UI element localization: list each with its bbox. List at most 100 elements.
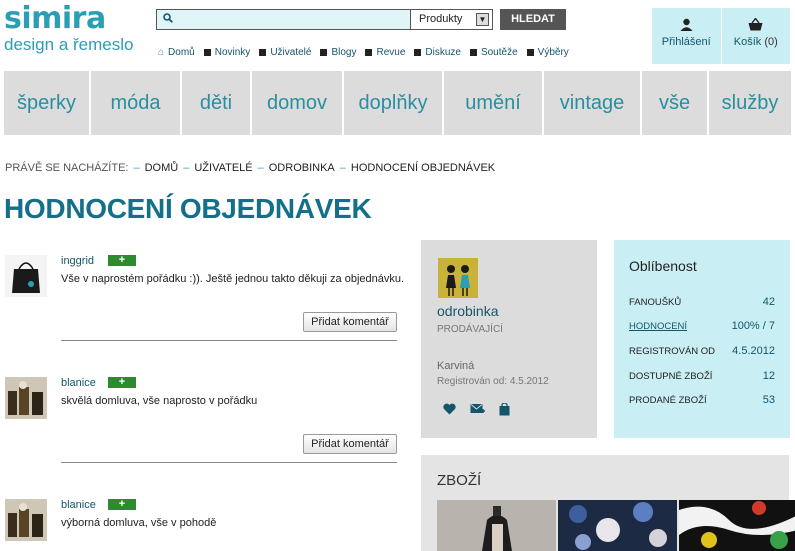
stat-label: FANOUŠKŮ	[629, 297, 682, 308]
stat-label: PRODANÉ ZBOŽÍ	[629, 395, 707, 406]
nav-item-uzivatele[interactable]: Uživatelé	[259, 47, 311, 58]
stat-value: 100% / 7	[731, 320, 775, 332]
category-item[interactable]: doplňky	[344, 71, 444, 135]
add-comment-button[interactable]: Přidat komentář	[303, 434, 397, 454]
bullet-icon	[259, 49, 267, 56]
nav-item-diskuze[interactable]: Diskuze	[414, 47, 461, 58]
divider	[61, 340, 397, 341]
breadcrumb-link[interactable]: ODROBINKA	[269, 162, 335, 174]
breadcrumb-link[interactable]: DOMŮ	[145, 162, 179, 174]
avatar[interactable]	[5, 377, 47, 419]
seller-avatar[interactable]	[438, 258, 478, 298]
add-comment-button[interactable]: Přidat komentář	[303, 312, 397, 332]
breadcrumb-separator: –	[339, 162, 346, 174]
search-icon	[163, 13, 173, 23]
message-icon[interactable]	[470, 403, 485, 415]
nav-link[interactable]: Blogy	[331, 47, 356, 58]
nav-link[interactable]: Novinky	[215, 47, 251, 58]
site-logo[interactable]: simira design a řemeslo	[4, 4, 133, 54]
review-text: Vše v naprostém pořádku :)). Ještě jedno…	[61, 273, 405, 285]
search-button[interactable]: HLEDAT	[500, 9, 566, 30]
search-input[interactable]	[179, 11, 407, 28]
review-author[interactable]: blanice	[61, 377, 96, 389]
nav-item-vybery[interactable]: Výběry	[526, 47, 569, 58]
category-item[interactable]: móda	[91, 71, 182, 135]
top-navigation: ⌂ Domů Novinky Uživatelé Blogy Revue Disk…	[158, 47, 569, 58]
nav-item-souteze[interactable]: Soutěže	[469, 47, 518, 58]
nav-link[interactable]: Revue	[376, 47, 405, 58]
bullet-icon	[414, 49, 422, 56]
breadcrumb-link[interactable]: UŽIVATELÉ	[194, 162, 252, 174]
category-item[interactable]: služby	[709, 71, 791, 135]
stat-label-link[interactable]: HODNOCENÍ	[629, 321, 687, 332]
goods-heading: ZBOŽÍ	[437, 472, 482, 489]
positive-badge: +	[108, 499, 136, 510]
seller-city: Karviná	[437, 360, 475, 372]
positive-badge: +	[108, 377, 136, 388]
stat-row: FANOUŠKŮ 42	[629, 296, 775, 308]
popularity-heading: Oblíbenost	[629, 258, 697, 274]
category-item[interactable]: šperky	[4, 71, 91, 135]
cart-count: (0)	[764, 36, 778, 48]
breadcrumb-separator: –	[257, 162, 264, 174]
category-item[interactable]: vintage	[544, 71, 642, 135]
review-text: skvělá domluva, vše naprosto v pořádku	[61, 395, 258, 407]
category-item[interactable]: vše	[642, 71, 709, 135]
bullet-icon	[320, 49, 328, 56]
product-thumbnail[interactable]	[679, 500, 795, 551]
user-icon	[680, 18, 693, 31]
stat-value: 53	[762, 394, 775, 406]
cart-label[interactable]: Košík	[734, 36, 762, 48]
seller-name[interactable]: odrobinka	[437, 303, 499, 319]
review-text: výborná domluva, vše v pohodě	[61, 517, 217, 529]
avatar[interactable]	[5, 255, 47, 297]
nav-item-novinky[interactable]: Novinky	[203, 47, 251, 58]
seller-actions	[443, 403, 510, 416]
review-item: blanice + výborná domluva, vše v pohodě	[5, 499, 397, 551]
seller-role: PRODÁVAJÍCÍ	[437, 324, 503, 335]
review-author[interactable]: inggrid	[61, 255, 94, 267]
nav-link[interactable]: Výběry	[538, 47, 569, 58]
category-bar: šperky móda děti domov doplňky umění vin…	[4, 71, 791, 135]
goods-thumbnails	[437, 500, 795, 551]
seller-card: odrobinka PRODÁVAJÍCÍ Karviná Registrová…	[421, 240, 597, 438]
nav-item-home[interactable]: ⌂ Domů	[158, 47, 195, 58]
breadcrumb-label: PRÁVĚ SE NACHÁZÍTE:	[5, 162, 129, 174]
login-label[interactable]: Přihlášení	[662, 36, 711, 48]
stat-row: DOSTUPNÉ ZBOŽÍ 12	[629, 370, 775, 382]
avatar[interactable]	[5, 499, 47, 541]
nav-item-blogy[interactable]: Blogy	[320, 47, 356, 58]
heart-icon[interactable]	[443, 403, 456, 415]
nav-link[interactable]: Soutěže	[481, 47, 518, 58]
shop-bag-icon[interactable]	[499, 403, 510, 416]
breadcrumb-link[interactable]: HODNOCENÍ OBJEDNÁVEK	[351, 162, 495, 174]
category-item[interactable]: děti	[182, 71, 252, 135]
chevron-down-icon[interactable]: ▼	[476, 13, 489, 26]
breadcrumb-separator: –	[183, 162, 190, 174]
breadcrumb-separator: –	[133, 162, 140, 174]
stat-label: REGISTROVÁN OD	[629, 346, 716, 357]
nav-link[interactable]: Domů	[168, 47, 195, 58]
stat-row: REGISTROVÁN OD 4.5.2012	[629, 345, 775, 357]
bullet-icon	[365, 49, 373, 56]
logo-wordmark: simira	[4, 1, 106, 36]
search-box[interactable]	[156, 9, 411, 30]
category-item[interactable]: umění	[444, 71, 544, 135]
product-thumbnail[interactable]	[437, 500, 556, 551]
nav-link[interactable]: Uživatelé	[270, 47, 311, 58]
basket-icon	[748, 18, 763, 31]
search-category-select[interactable]: Produkty ▼	[410, 9, 493, 30]
goods-panel: ZBOŽÍ	[421, 455, 795, 551]
cart-link[interactable]: Košík (0)	[720, 8, 791, 64]
stat-row: HODNOCENÍ 100% / 7	[629, 320, 775, 332]
nav-item-revue[interactable]: Revue	[365, 47, 405, 58]
category-item[interactable]: domov	[252, 71, 344, 135]
nav-link[interactable]: Diskuze	[425, 47, 461, 58]
stat-value: 42	[762, 296, 775, 308]
stat-row: PRODANÉ ZBOŽÍ 53	[629, 394, 775, 406]
seller-registered: Registrován od: 4.5.2012	[437, 376, 549, 387]
review-author[interactable]: blanice	[61, 499, 96, 511]
user-box: Přihlášení Košík (0)	[652, 8, 790, 64]
login-link[interactable]: Přihlášení	[652, 8, 721, 64]
product-thumbnail[interactable]	[558, 500, 677, 551]
